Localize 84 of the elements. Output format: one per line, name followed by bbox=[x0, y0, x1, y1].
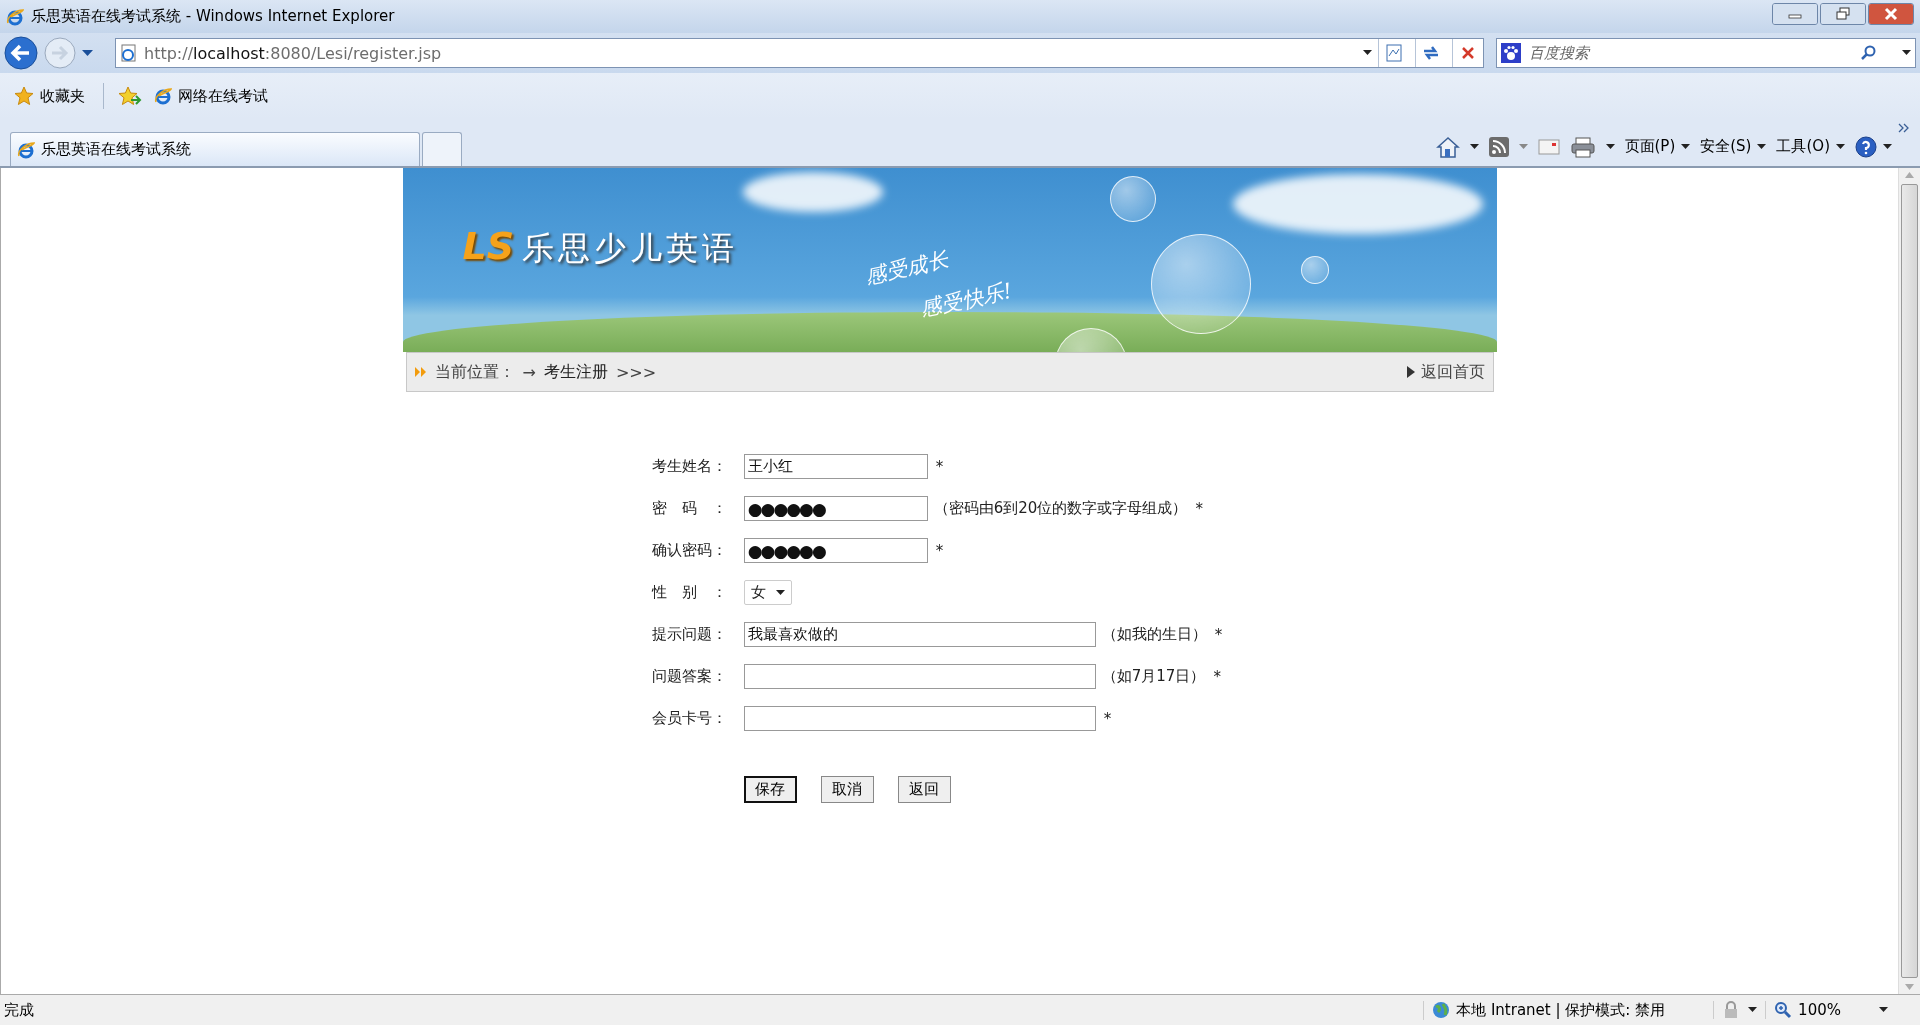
menu-button[interactable]: 安全(S) bbox=[1700, 137, 1767, 156]
breadcrumb-current: 考生注册 bbox=[543, 361, 608, 383]
favorites-button[interactable]: 收藏夹 bbox=[10, 84, 89, 108]
caret-icon[interactable] bbox=[1757, 143, 1767, 150]
required-mark: * bbox=[1103, 709, 1112, 728]
search-field[interactable]: 百度搜索 bbox=[1496, 38, 1916, 68]
bubble-drawing bbox=[1300, 256, 1329, 284]
close-icon[interactable] bbox=[1868, 3, 1914, 25]
dropdown-caret-icon[interactable] bbox=[1879, 1007, 1888, 1013]
field-label: 密码： bbox=[651, 499, 727, 518]
refresh-icon[interactable] bbox=[1421, 44, 1441, 62]
caret-icon[interactable] bbox=[1883, 143, 1892, 150]
restore-icon[interactable] bbox=[1820, 3, 1866, 25]
form-button[interactable]: 保存 bbox=[743, 776, 797, 803]
form-button[interactable]: 返回 bbox=[897, 776, 951, 803]
browser-logo-icon bbox=[6, 7, 24, 26]
dropdown-caret-icon[interactable] bbox=[1748, 1007, 1758, 1013]
logo-text: 乐思少儿英语 bbox=[522, 228, 739, 269]
help-icon bbox=[1855, 135, 1877, 158]
globe-icon bbox=[1432, 1001, 1451, 1019]
paw-icon bbox=[1501, 43, 1521, 63]
hint-text: （密码由6到20位的数字或字母组成） bbox=[933, 499, 1188, 518]
dropdown-caret-icon[interactable] bbox=[1605, 143, 1615, 150]
double-arrow-icon bbox=[414, 366, 427, 378]
required-mark: * bbox=[1195, 499, 1203, 518]
address-field[interactable]: http://localhost:8080/Lesi/register.jsp bbox=[115, 38, 1484, 68]
help-menu-button[interactable] bbox=[1855, 135, 1892, 158]
window-title: 乐思英语在线考试系统 - Windows Internet Explorer bbox=[31, 7, 396, 26]
dropdown-caret-icon[interactable] bbox=[1902, 50, 1911, 56]
triangle-icon bbox=[1406, 366, 1415, 378]
home-link[interactable]: 返回首页 bbox=[1406, 361, 1485, 383]
breadcrumb-label: 当前位置： bbox=[434, 361, 515, 383]
stop-icon[interactable] bbox=[1460, 45, 1476, 61]
zone-text: 本地 Intranet | 保护模式: 禁用 bbox=[1456, 1000, 1666, 1020]
back-icon[interactable] bbox=[4, 36, 38, 70]
password-field[interactable]: ●●●●●● bbox=[743, 538, 928, 563]
browser-tab[interactable]: 乐思英语在线考试系统 bbox=[10, 132, 420, 166]
input-field[interactable] bbox=[743, 706, 1096, 731]
required-mark: * bbox=[1214, 625, 1223, 644]
compatibility-view-icon[interactable] bbox=[1385, 44, 1403, 62]
favorites-link[interactable]: 网络在线考试 bbox=[150, 84, 272, 108]
status-text: 完成 bbox=[4, 1000, 34, 1020]
mail-icon[interactable] bbox=[1537, 138, 1560, 155]
zoom-button[interactable]: 100% bbox=[1765, 1001, 1841, 1019]
dropdown-caret-icon[interactable] bbox=[1363, 50, 1372, 56]
menu-button[interactable]: 工具(O) bbox=[1776, 137, 1845, 156]
add-favorite-icon[interactable] bbox=[118, 86, 142, 106]
field-label: 提示问题： bbox=[651, 625, 727, 644]
gender-select[interactable]: 女 bbox=[743, 580, 792, 605]
page-icon bbox=[120, 44, 138, 62]
input-field[interactable]: 王小红 bbox=[743, 454, 928, 479]
required-mark: * bbox=[1213, 667, 1221, 686]
field-label: 性别： bbox=[651, 583, 727, 602]
field-label: 会员卡号： bbox=[651, 709, 727, 728]
arrow-text: → bbox=[522, 362, 536, 382]
star-icon bbox=[14, 86, 34, 106]
search-icon[interactable] bbox=[1860, 45, 1876, 61]
input-field[interactable]: 我最喜欢做的 bbox=[743, 622, 1096, 647]
chevrons-text: >>> bbox=[615, 362, 657, 382]
hint-text: （如我的生日） bbox=[1101, 625, 1207, 644]
input-field[interactable] bbox=[743, 664, 1096, 689]
caret-icon[interactable] bbox=[1836, 143, 1845, 150]
hint-text: （如7月17日） bbox=[1101, 667, 1206, 686]
feed-icon[interactable] bbox=[1488, 136, 1509, 157]
chevron-icon[interactable] bbox=[1898, 123, 1910, 133]
caret-icon bbox=[775, 589, 785, 596]
field-label: 考生姓名： bbox=[651, 457, 727, 476]
page-icon bbox=[154, 87, 172, 105]
required-mark: * bbox=[935, 457, 944, 476]
home-icon[interactable] bbox=[1435, 135, 1460, 158]
field-label: 问题答案： bbox=[651, 667, 727, 686]
dropdown-caret-icon[interactable] bbox=[1469, 143, 1479, 150]
zoom-icon bbox=[1774, 1001, 1793, 1019]
printer-icon[interactable] bbox=[1569, 135, 1596, 158]
minimize-icon[interactable] bbox=[1772, 3, 1818, 25]
bubble-drawing bbox=[1109, 176, 1156, 222]
required-mark: * bbox=[935, 541, 944, 560]
menu-button[interactable]: 页面(P) bbox=[1624, 137, 1691, 156]
logo-mark: LS bbox=[462, 224, 515, 268]
caret-icon[interactable] bbox=[1681, 143, 1691, 150]
form-button[interactable]: 取消 bbox=[820, 776, 874, 803]
browser-logo-icon bbox=[17, 140, 35, 159]
field-label: 确认密码： bbox=[651, 541, 727, 560]
password-field[interactable]: ●●●●●● bbox=[743, 496, 928, 521]
